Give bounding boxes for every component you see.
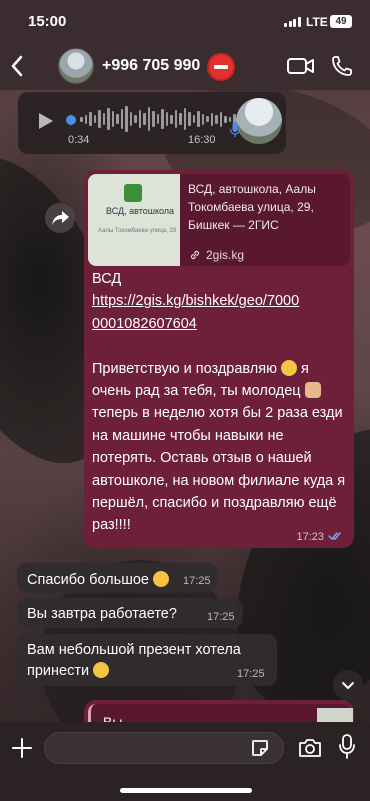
incoming-message-text-line2: принести bbox=[27, 662, 110, 679]
message-link[interactable]: https://2gis.kg/bishkek/geo/700000010826… bbox=[92, 290, 302, 335]
video-call-button[interactable] bbox=[287, 56, 315, 76]
camera-button[interactable] bbox=[298, 737, 322, 759]
voice-call-button[interactable] bbox=[330, 54, 354, 78]
status-bar: 15:00 LTE 49 bbox=[0, 0, 370, 44]
incoming-message-text: Спасибо большое bbox=[27, 571, 169, 588]
voice-duration: 0:34 bbox=[68, 134, 90, 146]
incoming-message-text-line1: Вам небольшой презент хотела bbox=[27, 642, 241, 658]
blocked-badge-icon bbox=[207, 53, 235, 81]
message-body-part1: Приветствую и поздравляю bbox=[92, 360, 277, 377]
voice-waveform[interactable] bbox=[80, 104, 240, 134]
incoming-message-time: 17:25 bbox=[237, 668, 265, 680]
message-input-bar bbox=[0, 722, 370, 801]
voice-timestamp: 16:30 bbox=[188, 134, 216, 146]
message-input[interactable] bbox=[44, 732, 284, 764]
incoming-message-time: 17:25 bbox=[207, 611, 235, 623]
play-icon bbox=[39, 113, 53, 129]
back-button[interactable] bbox=[6, 52, 30, 80]
chevron-down-icon bbox=[342, 682, 354, 689]
incoming-message-text: Вы завтра работаете? bbox=[27, 606, 177, 622]
video-camera-icon bbox=[287, 58, 314, 74]
thumbnail-title: ВСД, автошкола bbox=[106, 206, 175, 216]
incoming-message[interactable]: Вы завтра работаете? 17:25 bbox=[17, 598, 243, 628]
link-preview-thumbnail: ВСД, автошкола Аалы Токомбаева улица, 29 bbox=[88, 174, 180, 266]
message-text: ВСД https://2gis.kg/bishkek/geo/70000001… bbox=[92, 268, 350, 537]
playback-position-handle[interactable] bbox=[66, 115, 76, 125]
link-preview-title: ВСД, автошкола, Аалы Токомбаева улица, 2… bbox=[188, 182, 316, 232]
thumbnail-address: Аалы Токомбаева улица, 29 bbox=[98, 228, 177, 234]
incoming-message[interactable]: Вам небольшой презент хотела принести 17… bbox=[17, 634, 277, 686]
plus-icon bbox=[12, 738, 32, 758]
link-preview-domain: 2gis.kg bbox=[206, 248, 245, 262]
microphone-icon bbox=[230, 122, 240, 137]
sticker-icon bbox=[252, 740, 268, 756]
double-check-icon bbox=[328, 532, 341, 541]
network-type: LTE bbox=[306, 15, 328, 29]
sender-avatar bbox=[236, 98, 282, 144]
status-time: 15:00 bbox=[28, 13, 67, 30]
message-line-vsd: ВСД bbox=[92, 271, 122, 287]
smiling-face-emoji-icon bbox=[153, 571, 169, 587]
message-time: 17:23 bbox=[296, 531, 324, 543]
grinning-face-emoji-icon bbox=[93, 662, 110, 678]
contact-name[interactable]: +996 705 990 bbox=[102, 57, 200, 75]
contact-avatar[interactable] bbox=[58, 48, 94, 84]
sticker-button[interactable] bbox=[250, 738, 270, 758]
battery-icon: 49 bbox=[330, 15, 352, 28]
link-preview[interactable]: ВСД, автошкола Аалы Токомбаева улица, 29… bbox=[88, 174, 350, 266]
signal-icon bbox=[284, 17, 301, 27]
outgoing-message[interactable]: ВСД, автошкола Аалы Токомбаева улица, 29… bbox=[84, 170, 354, 548]
forward-arrow-icon bbox=[52, 211, 69, 225]
link-icon bbox=[190, 250, 200, 260]
microphone-icon bbox=[339, 734, 355, 759]
phone-icon bbox=[332, 56, 352, 76]
incoming-message[interactable]: Спасибо большое 17:25 bbox=[17, 563, 217, 593]
voice-message: 0:34 16:30 bbox=[18, 92, 286, 154]
message-body-part3: теперь в неделю хотя бы 2 раза езди на м… bbox=[92, 383, 350, 534]
thumbs-up-emoji-icon bbox=[304, 382, 321, 399]
map-pin-icon bbox=[124, 184, 142, 202]
attach-button[interactable] bbox=[10, 736, 34, 760]
smiling-face-emoji-icon bbox=[281, 359, 298, 376]
chat-header: +996 705 990 bbox=[0, 44, 370, 90]
incoming-message-time: 17:25 bbox=[183, 575, 211, 587]
chevron-left-icon bbox=[11, 55, 23, 77]
home-indicator bbox=[120, 788, 252, 793]
scroll-to-bottom-button[interactable] bbox=[333, 670, 363, 700]
voice-record-button[interactable] bbox=[338, 734, 356, 760]
forward-button[interactable] bbox=[45, 203, 75, 233]
camera-icon bbox=[299, 739, 321, 757]
play-button[interactable] bbox=[38, 112, 54, 135]
